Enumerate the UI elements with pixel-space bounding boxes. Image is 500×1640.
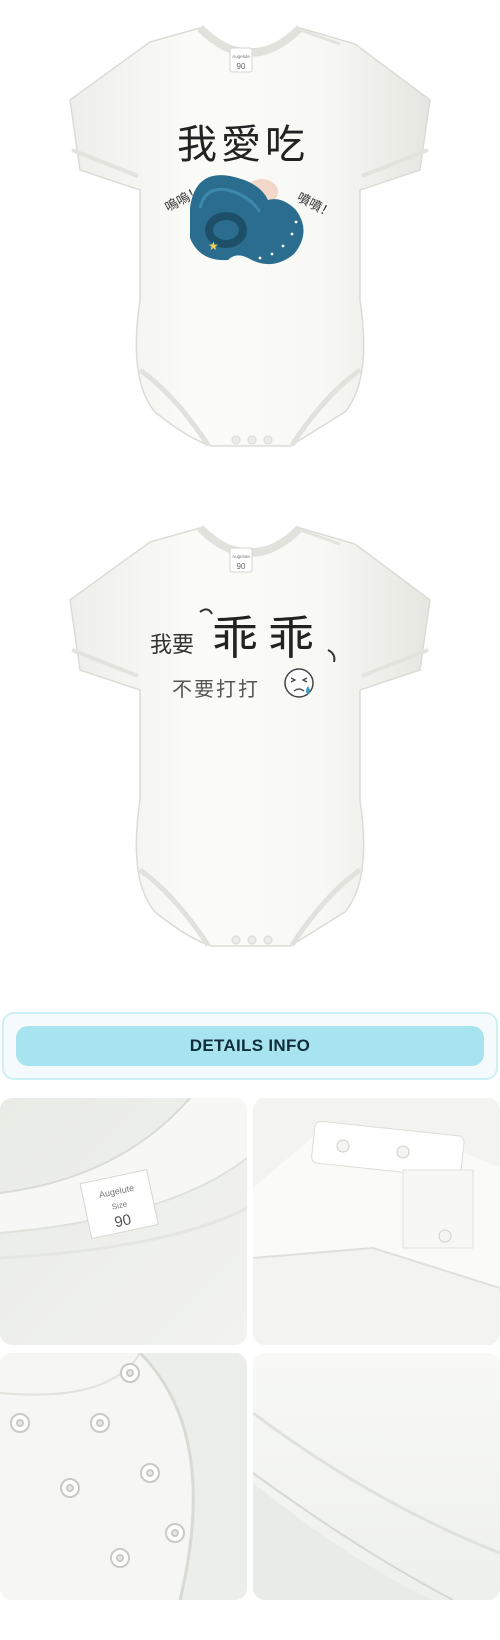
crotch-snap: [263, 935, 273, 945]
crotch-snap: [263, 435, 273, 445]
onesie-body: [69, 527, 431, 947]
crying-face-icon: [284, 668, 314, 698]
tag-size-value: 90: [113, 1211, 133, 1231]
product-image-guaiguai-onesie[interactable]: Augelute 90 我要 乖乖 不要打打: [0, 500, 500, 1000]
print-title: 我愛吃: [177, 122, 309, 168]
neck-label-brand: Augelute: [232, 54, 250, 59]
neck-label-size: 90: [237, 562, 246, 571]
details-info-banner: DETAILS INFO: [2, 1012, 498, 1080]
neck-label-size: 90: [237, 62, 246, 71]
print-subtitle: 不要打打: [172, 677, 260, 701]
crotch-snap: [231, 435, 241, 445]
detail-photo-shoulder-snap[interactable]: [253, 1098, 500, 1345]
detail-photo-crotch-snaps[interactable]: [0, 1353, 247, 1600]
details-info-title: DETAILS INFO: [189, 1036, 311, 1055]
details-info-pill: DETAILS INFO: [16, 1026, 484, 1066]
product-image-pacifier-onesie[interactable]: Augelute 90 我愛吃 嗚嗚！ 噴噴！ ★: [0, 0, 500, 500]
onesie-illustration: Augelute 90 我愛吃 嗚嗚！ 噴噴！ ★: [69, 25, 431, 447]
crotch-snap: [247, 935, 257, 945]
print-prefix: 我要: [150, 633, 194, 658]
crotch-snap: [247, 435, 257, 445]
neck-label-brand: Augelute: [232, 554, 250, 559]
detail-photo-sleeve-hem[interactable]: [253, 1353, 500, 1600]
onesie-illustration: Augelute 90 我要 乖乖 不要打打: [69, 525, 431, 947]
product-detail-page: Augelute 90 我愛吃 嗚嗚！ 噴噴！ ★ Augelute 90 我要…: [0, 0, 500, 1640]
crotch-snap: [231, 935, 241, 945]
svg-text:★: ★: [208, 239, 219, 253]
print-big-text: 乖乖: [212, 611, 324, 665]
detail-photo-neck-tag[interactable]: Augelute Size 90: [0, 1098, 247, 1345]
